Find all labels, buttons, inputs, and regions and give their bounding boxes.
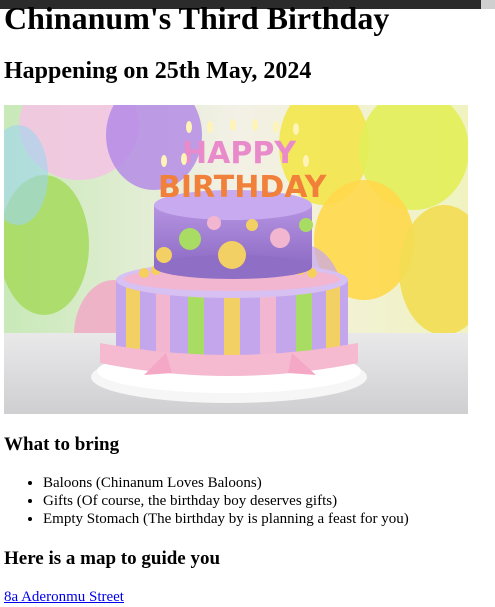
cake-candle-birthday: BIRTHDAY: [158, 170, 328, 205]
list-item: Gifts (Of course, the birthday boy deser…: [43, 492, 409, 510]
list-item: Empty Stomach (The birthday by is planni…: [43, 510, 409, 528]
birthday-cake-image: HAPPY BIRTHDAY: [4, 105, 468, 414]
scrollbar-thumb[interactable]: [481, 0, 495, 9]
cake-candle-happy: HAPPY: [182, 136, 297, 171]
list-item: Baloons (Chinanum Loves Baloons): [43, 474, 409, 492]
what-to-bring-heading: What to bring: [4, 434, 120, 455]
map-heading: Here is a map to guide you: [4, 548, 221, 569]
address-map-link[interactable]: 8a Aderonmu Street: [4, 588, 124, 606]
page-title: Chinanum's Third Birthday: [4, 0, 390, 36]
bring-list: Baloons (Chinanum Loves Baloons) Gifts (…: [4, 474, 409, 528]
event-date-heading: Happening on 25th May, 2024: [4, 58, 312, 84]
